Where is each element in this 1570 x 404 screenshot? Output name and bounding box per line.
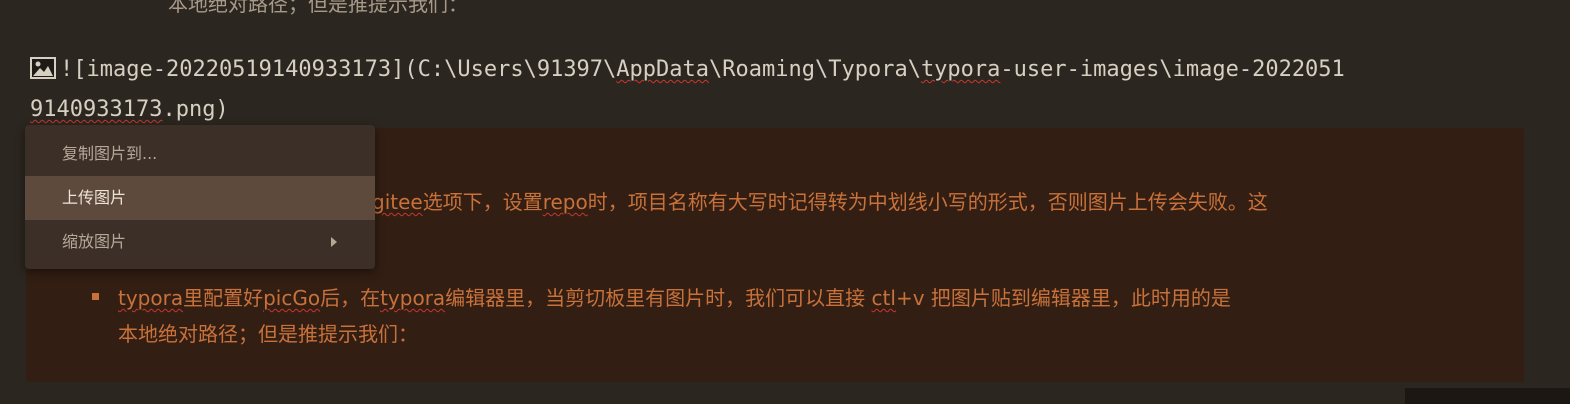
list-item[interactable]: typora里配置好picGo后，在typora编辑器里，当剪切板里有图片时，我… (92, 280, 1492, 352)
image-source-line-1: ![image-20220519140933173](C:\Users\9139… (30, 50, 1530, 90)
menu-item-upload-image[interactable]: 上传图片 (25, 176, 375, 220)
image-source-text: .png) (162, 97, 229, 122)
misspelled-word: ctl (871, 286, 896, 310)
menu-item-label: 缩放图片 (62, 232, 127, 251)
misspelled-word: typora (380, 286, 446, 310)
quote-text-segment: 选项下，设置 (422, 190, 543, 214)
context-menu: 复制图片到... 上传图片 缩放图片 (25, 125, 375, 269)
list-item-line-1: typora里配置好picGo后，在typora编辑器里，当剪切板里有图片时，我… (118, 280, 1492, 316)
menu-item-copy-image-to[interactable]: 复制图片到... (25, 132, 375, 176)
misspelled-word: typora (920, 57, 1001, 82)
image-source-text: -user-images\image-2022051 (1000, 57, 1345, 82)
quote-paragraph[interactable]: gitee选项下，设置repo时，项目名称有大写时记得转为中划线小写的形式，否则… (372, 186, 1268, 215)
list-item-line-2: 本地绝对路径；但是推提示我们： (118, 322, 418, 346)
image-markdown-source[interactable]: ![image-20220519140933173](C:\Users\9139… (30, 50, 1530, 130)
list-text-segment: +v 把图片贴到编辑器里，此时用的是 (895, 286, 1231, 310)
chevron-right-icon (331, 237, 337, 247)
misspelled-word: repo (542, 190, 588, 214)
list-text-segment: 后，在 (320, 286, 381, 310)
menu-item-label: 上传图片 (62, 188, 127, 207)
menu-item-zoom-image[interactable]: 缩放图片 (25, 220, 375, 264)
status-panel (1405, 388, 1570, 404)
list-text-segment: 里配置好 (183, 286, 264, 310)
menu-item-label: 复制图片到... (62, 144, 158, 163)
misspelled-word: gitee (372, 190, 423, 214)
misspelled-word: typora (118, 286, 184, 310)
list-text-segment: 编辑器里，当剪切板里有图片时，我们可以直接 (445, 286, 872, 310)
image-source-text: \Roaming\Typora\ (709, 57, 921, 82)
image-source-text: ![image-20220519140933173](C:\Users\9139… (60, 57, 617, 82)
image-source-line-2: 9140933173.png) (30, 90, 1530, 130)
quote-text-segment: 时，项目名称有大写时记得转为中划线小写的形式，否则图片上传会失败。这 (587, 190, 1268, 214)
bullet-marker-icon (92, 293, 99, 300)
misspelled-word: picGo (263, 286, 321, 310)
misspelled-word: 9140933173 (30, 97, 163, 122)
partial-paragraph-text: 本地绝对路径；但是推提示我们： (168, 0, 468, 16)
image-icon (30, 57, 56, 79)
misspelled-word: AppData (616, 57, 710, 82)
